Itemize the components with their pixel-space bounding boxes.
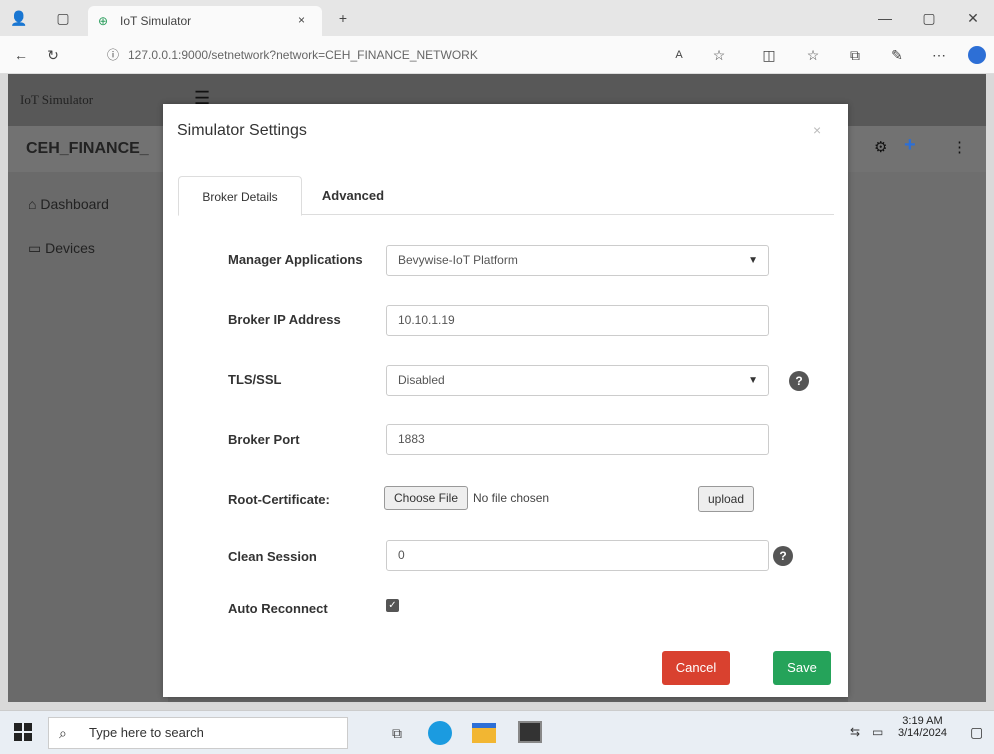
task-view-icon[interactable]: ⧉: [384, 720, 410, 746]
copilot-icon[interactable]: [968, 46, 986, 64]
tls-ssl-label: TLS/SSL: [228, 372, 282, 387]
tab-actions-icon[interactable]: ▢: [50, 5, 76, 31]
network-icon[interactable]: ⇆: [850, 725, 860, 739]
broker-port-label: Broker Port: [228, 432, 300, 447]
chevron-down-icon: ▼: [748, 375, 758, 386]
tls-ssl-select[interactable]: Disabled ▼: [386, 365, 769, 396]
chevron-down-icon: ▼: [748, 255, 758, 266]
extensions-icon[interactable]: ✎: [884, 42, 910, 68]
maximize-button[interactable]: ▢: [916, 5, 942, 31]
tab-advanced[interactable]: Advanced: [313, 176, 393, 216]
broker-port-input[interactable]: 1883: [386, 424, 769, 455]
profile-icon[interactable]: 👤: [6, 5, 32, 31]
dashboard-icon: ⌂: [28, 196, 37, 212]
simulator-settings-modal: Simulator Settings × Broker Details Adva…: [163, 104, 848, 697]
network-title: CEH_FINANCE_: [26, 140, 149, 157]
cancel-button[interactable]: Cancel: [662, 651, 730, 685]
notifications-icon[interactable]: ▢: [970, 724, 983, 741]
auto-reconnect-checkbox[interactable]: ✓: [386, 599, 399, 612]
search-icon: ⌕: [59, 725, 67, 741]
manager-applications-value: Bevywise-IoT Platform: [398, 253, 518, 267]
broker-ip-label: Broker IP Address: [228, 312, 341, 327]
favorite-star-icon[interactable]: ☆: [706, 42, 732, 68]
root-certificate-label: Root-Certificate:: [228, 492, 330, 507]
sidebar: ⌂ Dashboard ▭ Devices: [8, 172, 168, 702]
manager-applications-select[interactable]: Bevywise-IoT Platform ▼: [386, 245, 769, 276]
tab-title: IoT Simulator: [120, 14, 192, 28]
back-icon[interactable]: ←: [8, 42, 34, 68]
new-tab-button[interactable]: +: [330, 5, 356, 31]
search-placeholder: Type here to search: [89, 725, 204, 740]
app-brand[interactable]: IoT Simulator: [20, 92, 93, 108]
more-vertical-icon[interactable]: ⋮: [952, 138, 967, 156]
close-icon[interactable]: ×: [813, 122, 821, 138]
minimize-button[interactable]: —: [872, 5, 898, 31]
clock-date: 3/14/2024: [898, 727, 947, 739]
browser-tab-bar: 👤 ▢ ⊕ IoT Simulator × + — ▢ ✕: [0, 0, 994, 36]
settings-gear-icon[interactable]: ⚙: [874, 138, 887, 156]
monitor-icon: ▭: [28, 240, 42, 256]
clean-session-input[interactable]: 0: [386, 540, 769, 571]
clean-session-help-icon[interactable]: ?: [773, 546, 793, 566]
volume-icon[interactable]: ▭: [872, 725, 883, 739]
add-device-icon[interactable]: +: [904, 134, 916, 157]
info-icon[interactable]: ⓘ: [100, 42, 126, 68]
split-screen-icon[interactable]: ◫: [756, 42, 782, 68]
collections-icon[interactable]: ⧉: [842, 42, 868, 68]
read-aloud-icon[interactable]: A: [666, 42, 692, 68]
file-explorer-icon[interactable]: [472, 723, 496, 743]
clock-time: 3:19 AM: [902, 715, 943, 727]
broker-ip-input[interactable]: 10.10.1.19: [386, 305, 769, 336]
taskbar-search[interactable]: ⌕ Type here to search: [48, 717, 348, 749]
windows-taskbar: ⌕ Type here to search ⧉ ⇆ ▭ 3:19 AM 3/14…: [0, 710, 994, 754]
favorites-icon[interactable]: ☆: [800, 42, 826, 68]
file-status: No file chosen: [473, 491, 550, 505]
tab-broker-details[interactable]: Broker Details: [178, 176, 302, 216]
tls-help-icon[interactable]: ?: [789, 371, 809, 391]
url-field[interactable]: 127.0.0.1:9000/setnetwork?network=CEH_FI…: [128, 42, 688, 68]
iot-globe-icon: ⊕: [98, 14, 109, 28]
modal-title: Simulator Settings: [177, 122, 307, 139]
close-window-button[interactable]: ✕: [960, 5, 986, 31]
tls-ssl-value: Disabled: [398, 373, 445, 387]
sidebar-item-dashboard[interactable]: ⌂ Dashboard: [8, 184, 168, 224]
save-button[interactable]: Save: [773, 651, 831, 685]
terminal-icon[interactable]: [518, 721, 542, 743]
windows-start-icon[interactable]: [14, 723, 32, 741]
address-bar: ← ↻ ⓘ 127.0.0.1:9000/setnetwork?network=…: [0, 36, 994, 74]
choose-file-button[interactable]: Choose File: [384, 486, 468, 510]
reload-icon[interactable]: ↻: [40, 42, 66, 68]
upload-button[interactable]: upload: [698, 486, 754, 512]
auto-reconnect-label: Auto Reconnect: [228, 601, 328, 616]
clock[interactable]: 3:19 AM 3/14/2024: [898, 715, 947, 739]
browser-tab[interactable]: ⊕ IoT Simulator ×: [88, 6, 322, 36]
clean-session-label: Clean Session: [228, 549, 317, 564]
content-area: [848, 172, 986, 702]
tab-close-icon[interactable]: ×: [298, 13, 305, 27]
edge-icon[interactable]: [428, 721, 452, 745]
more-icon[interactable]: ⋯: [926, 42, 952, 68]
sidebar-item-devices[interactable]: ▭ Devices: [8, 228, 168, 268]
manager-applications-label: Manager Applications: [228, 252, 363, 267]
sidebar-item-label: Dashboard: [40, 196, 109, 212]
sidebar-item-label: Devices: [45, 240, 95, 256]
